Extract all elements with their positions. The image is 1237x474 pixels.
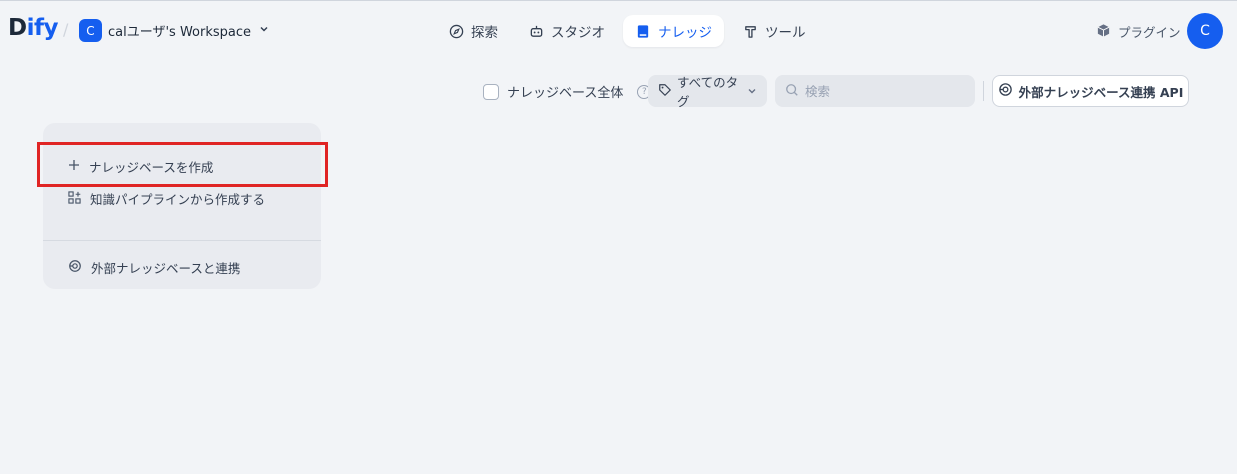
link-api-icon [998, 82, 1013, 100]
plus-icon [68, 159, 80, 174]
breadcrumb-separator: / [63, 20, 69, 39]
app-root: Dify / C calユーザ's Workspace 探索 スタジオ ナレッジ… [0, 0, 1237, 474]
tag-filter-label: すべてのタグ [677, 75, 739, 109]
card-divider [43, 240, 321, 241]
nav-explore[interactable]: 探索 [436, 15, 510, 47]
all-knowledge-checkbox[interactable] [483, 83, 499, 100]
tag-filter-dropdown[interactable]: すべてのタグ [648, 75, 767, 109]
workspace-name: calユーザ's Workspace [108, 25, 252, 40]
create-knowledge-card: ナレッジベースを作成 知識パイプラインから作成する 外部ナレッジベースと連携 [43, 123, 321, 289]
dify-logo[interactable]: Dify [8, 15, 58, 41]
search-icon [785, 83, 799, 100]
workspace-selector[interactable]: C calユーザ's Workspace [79, 19, 269, 42]
search-box[interactable] [775, 75, 975, 107]
all-knowledge-label: ナレッジベース全体 [507, 86, 624, 101]
connect-external-knowledge-label: 外部ナレッジベースと連携 [91, 261, 241, 276]
external-api-button[interactable]: 外部ナレッジベース連携 API [992, 75, 1189, 107]
robot-icon [528, 23, 544, 39]
nav-knowledge[interactable]: ナレッジ [623, 15, 724, 47]
nav-explore-label: 探索 [471, 25, 498, 41]
create-knowledge-label: ナレッジベースを作成 [89, 160, 214, 175]
chevron-down-icon [259, 24, 269, 37]
chevron-down-icon [747, 84, 757, 99]
nav-tools[interactable]: ツール [730, 15, 818, 47]
create-knowledge-button[interactable]: ナレッジベースを作成 [68, 157, 213, 176]
nav-tools-label: ツール [765, 25, 806, 41]
nav-knowledge-label: ナレッジ [658, 25, 712, 41]
logo-letter: D [8, 15, 27, 41]
toolbar-divider [983, 81, 984, 101]
create-from-pipeline-label: 知識パイプラインから作成する [90, 192, 266, 207]
tag-icon [658, 83, 672, 100]
user-avatar[interactable]: C [1187, 13, 1223, 49]
link-api-icon [68, 259, 82, 276]
knowledge-toolbar: ナレッジベース全体 ? すべてのタグ 外部ナレッジベース連携 API [0, 75, 1237, 109]
top-header: Dify / C calユーザ's Workspace 探索 スタジオ ナレッジ… [0, 1, 1237, 59]
nav-studio-label: スタジオ [551, 25, 605, 41]
plugin-label: プラグイン [1118, 25, 1181, 40]
cube-icon [1096, 23, 1111, 41]
nav-studio[interactable]: スタジオ [516, 15, 617, 47]
book-icon [635, 23, 651, 39]
compass-icon [448, 23, 464, 39]
connect-external-knowledge-button[interactable]: 外部ナレッジベースと連携 [68, 258, 240, 277]
logo-brand: ify [26, 15, 59, 41]
plugin-button[interactable]: プラグイン [1096, 22, 1181, 41]
workspace-badge: C [79, 19, 102, 42]
pipeline-icon [68, 190, 81, 207]
main-nav: 探索 スタジオ ナレッジ ツール [436, 15, 818, 47]
external-api-label: 外部ナレッジベース連携 API [1018, 84, 1184, 100]
search-input[interactable] [805, 83, 955, 99]
all-knowledge-toggle[interactable]: ナレッジベース全体 ? [483, 82, 652, 101]
create-from-pipeline-button[interactable]: 知識パイプラインから作成する [68, 189, 265, 208]
hammer-icon [742, 23, 758, 39]
